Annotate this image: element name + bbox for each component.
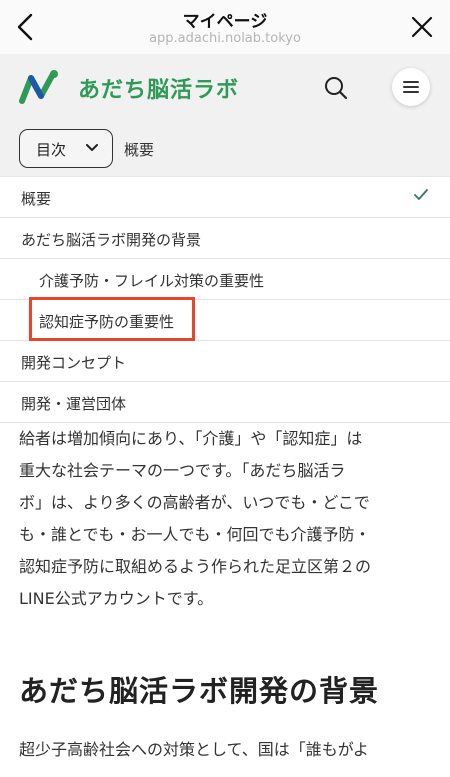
article-line: 給者は増加傾向にあり、「介護」や「認知症」は: [19, 429, 363, 448]
chevron-down-icon: [86, 144, 98, 151]
toc-select[interactable]: 目次: [19, 129, 113, 168]
close-icon[interactable]: [410, 14, 434, 40]
toc-current-section: 概要: [124, 141, 155, 159]
article-paragraph: 給者は増加傾向にあり、「介護」や「認知症」は 重大な社会テーマの一つです。「あだ…: [19, 423, 429, 615]
browser-title: マイページ: [182, 12, 268, 32]
browser-top-bar: マイページ app.adachi.nolab.tokyo: [0, 0, 450, 54]
site-title[interactable]: あだち脳活ラボ: [78, 72, 239, 104]
section-heading: あだち脳活ラボ開発の背景: [19, 674, 380, 708]
toc-item-label: あだち脳活ラボ開発の背景: [21, 231, 202, 249]
toc-item-label: 概要: [21, 190, 52, 208]
article-line: も・誰とでも・お一人でも・何回でも介護予防・: [19, 525, 371, 544]
article-line: 認知症予防に取組めるよう作られた足立区第２の: [19, 557, 372, 576]
toc-item-concept[interactable]: 開発コンセプト: [0, 341, 450, 382]
toc-item-background[interactable]: あだち脳活ラボ開発の背景: [0, 218, 450, 259]
hamburger-icon: [403, 81, 419, 93]
toc-item-organization[interactable]: 開発・運営団体: [0, 382, 450, 423]
search-icon[interactable]: [322, 74, 350, 102]
toc-item-frailty[interactable]: 介護予防・フレイル対策の重要性: [0, 259, 450, 300]
toc-item-label: 介護予防・フレイル対策の重要性: [39, 272, 265, 290]
toc-item-label: 開発コンセプト: [21, 354, 127, 372]
toc-select-label: 目次: [36, 141, 67, 159]
article-line: ボ」は、より多くの高齢者が、いつでも・どこで: [19, 493, 370, 512]
site-header: あだち脳活ラボ: [0, 54, 450, 120]
article-body: 給者は増加傾向にあり、「介護」や「認知症」は 重大な社会テーマの一つです。「あだ…: [19, 423, 429, 615]
toc-item-overview[interactable]: 概要: [0, 177, 450, 218]
site-logo-icon[interactable]: [17, 68, 61, 106]
article-line: LINE公式アカウントです。: [19, 589, 214, 608]
article-next-line: 超少子高齢社会への対策として、国は「誰もがよ: [19, 740, 369, 759]
article-line: 重大な社会テーマの一つです。「あだち脳活ラ: [19, 461, 346, 480]
menu-button[interactable]: [392, 68, 430, 106]
toc-row: 目次 概要: [0, 120, 450, 176]
toc-item-label: 開発・運営団体: [21, 395, 127, 413]
highlight-box: [29, 297, 195, 341]
browser-url: app.adachi.nolab.tokyo: [149, 31, 301, 46]
checkmark-icon: [414, 189, 428, 200]
